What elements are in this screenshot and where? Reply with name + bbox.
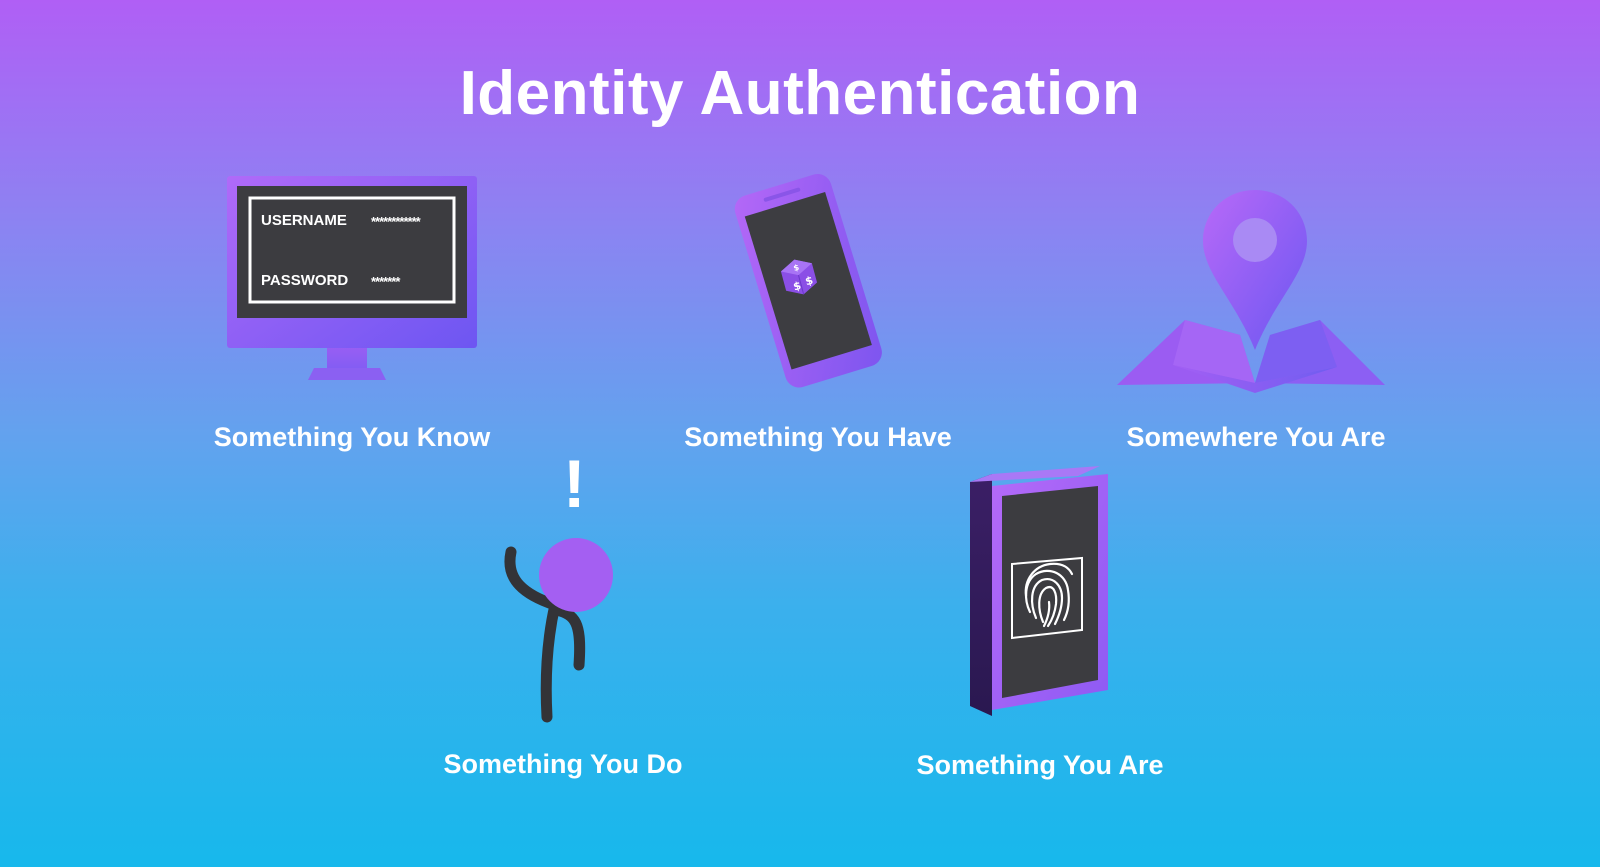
login-form: USERNAME ************ PASSWORD *******	[255, 210, 455, 300]
factor-somewhere-you-are: Somewhere You Are	[0, 0, 1600, 867]
svg-text:$: $	[792, 263, 800, 273]
exclamation-mark: !	[563, 446, 586, 522]
factor-something-you-know: USERNAME ************ PASSWORD ******* S…	[0, 0, 1600, 867]
page-title: Identity Authentication	[459, 59, 1141, 128]
factor-something-you-have: $ $ $ Something You Have	[0, 0, 1600, 867]
svg-text:$: $	[804, 274, 815, 289]
svg-text:$: $	[792, 279, 803, 294]
username-value: ************	[371, 214, 421, 229]
factor-label: Something You Do	[443, 749, 683, 779]
username-label: USERNAME	[261, 212, 347, 229]
factor-label: Something You Know	[213, 422, 491, 452]
map-pin-icon	[1117, 190, 1385, 393]
factor-label: Something You Are	[916, 750, 1164, 780]
monitor-login-icon	[227, 176, 477, 380]
factor-something-you-do: ! Something You Do	[0, 0, 1600, 867]
smartphone-icon: $ $ $	[734, 173, 882, 388]
password-label: PASSWORD	[261, 272, 349, 289]
factor-something-you-are: Something You Are	[0, 0, 1600, 867]
factor-label: Something You Have	[684, 422, 952, 452]
password-value: *******	[371, 274, 400, 289]
factor-label: Somewhere You Are	[1126, 422, 1386, 452]
fingerprint-device-icon	[970, 466, 1108, 716]
stick-figure-waving-icon	[504, 538, 613, 723]
